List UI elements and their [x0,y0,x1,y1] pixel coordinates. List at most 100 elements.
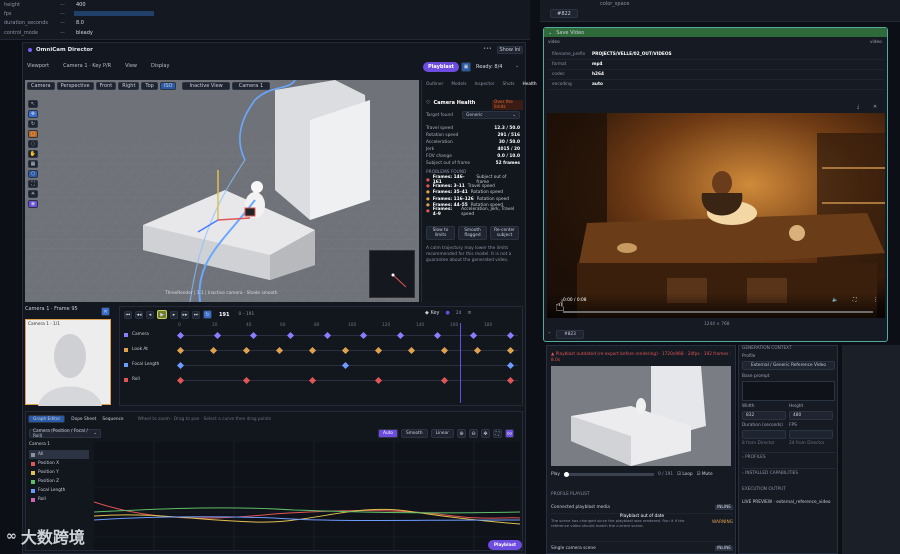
channel-item[interactable]: All [29,450,89,459]
playhead[interactable] [460,323,461,403]
keyframe[interactable] [176,331,185,340]
prop-row-height[interactable]: height —400 [4,0,86,9]
playlist-item-warning[interactable]: Playblast out of date WARNING The scene … [551,514,733,542]
channel-item[interactable]: Position X [29,459,89,468]
timeline-ruler[interactable]: 0 20 40 60 80 100 120 140 160 180 [178,323,518,330]
tab-dope-sheet[interactable]: Dope Sheet [71,417,96,422]
preview-seek-thumb[interactable] [563,472,569,477]
tab-outliner[interactable]: Outliner [422,82,447,87]
keyframe[interactable] [360,331,368,340]
play-button[interactable]: Play [551,472,560,477]
width-input[interactable]: 832 [742,411,786,420]
keyframe[interactable] [213,331,221,340]
keyframe[interactable] [242,376,251,385]
share-icon[interactable]: ⋈ [504,429,514,438]
keyframe[interactable] [506,361,515,370]
track-label[interactable]: Roll [124,377,140,382]
pan-tool-icon[interactable]: ✋ [28,150,38,158]
vp-tab-right[interactable]: Right [118,82,140,90]
more-vert-icon[interactable]: ⋮ [873,297,878,303]
menu-viewport[interactable]: Viewport [27,63,49,69]
fps-slider-fill[interactable] [74,11,154,16]
tab-sequence[interactable]: Sequence [102,417,123,422]
light-tool-icon[interactable]: ☀ [28,190,38,198]
field-encoding[interactable]: encoding auto [548,80,884,90]
camera-minimap[interactable] [369,250,415,298]
timeline-settings-icon[interactable]: ≡ [467,310,471,316]
frame-tool-icon[interactable]: ⛶ [28,180,38,188]
menu-view[interactable]: View [125,63,137,69]
track-label[interactable]: Camera [124,332,149,337]
keyframe[interactable] [341,361,350,370]
rotate-tool-icon[interactable]: ↻ [28,120,38,128]
video-seek-bar[interactable] [563,311,873,313]
orbit-tool-icon[interactable]: ◌ [28,140,38,148]
issue-row[interactable]: ● Frames: 146–161 Subject out of frame [426,175,520,185]
preview-seek-bar[interactable] [563,472,654,477]
keyframe[interactable] [396,331,405,340]
graph-tree-camera[interactable]: Camera 1 [29,442,50,447]
chevron-down-icon[interactable]: ⌄ [515,63,519,69]
track-label[interactable]: Focal Length [124,362,159,367]
recenter-subject-button[interactable]: Re-center subject [490,226,519,240]
field-filename-prefix[interactable]: filename_prefix PROJECTS/VELLE/02_OUT/VID… [548,50,884,60]
play-icon[interactable]: ▶ [157,310,167,319]
next-frame-icon[interactable]: ▸ [170,310,178,319]
close-icon[interactable]: ✕ [873,104,877,110]
loop-icon[interactable]: ↻ [203,310,212,319]
tab-inspector[interactable]: Inspector [470,82,498,87]
keyframe[interactable] [176,376,185,385]
camera-icon[interactable]: ▣ [461,62,471,72]
keyframe[interactable] [440,346,449,355]
frame-all-icon[interactable]: ⛶ [492,429,502,438]
key-button[interactable]: ◆ Key [425,310,440,316]
key-add-icon[interactable]: ● [446,310,450,316]
channel-item[interactable]: Focal Length [29,486,89,495]
select-tool-icon[interactable]: ↖ [28,100,38,108]
duration-input[interactable] [742,430,786,439]
first-frame-icon[interactable]: ⏮ [124,310,132,319]
zoom-out-icon[interactable]: ⊖ [468,429,478,438]
camera-tool-icon[interactable]: ◉ [28,200,38,208]
keyframe[interactable] [506,331,515,340]
tab-health[interactable]: Health [519,82,541,87]
tracks-area[interactable] [176,330,518,400]
height-input[interactable]: 480 [789,411,833,420]
field-format[interactable]: format mp4 [548,60,884,70]
keyframe[interactable] [341,346,350,355]
prev-key-icon[interactable]: ◂◂ [135,310,143,319]
playblast-preview[interactable] [551,366,731,466]
inactive-view-select[interactable]: Inactive View [182,82,230,90]
keyframe[interactable] [506,346,515,355]
keyframe[interactable] [473,346,482,355]
prev-frame-icon[interactable]: ◂ [146,310,154,319]
channel-item[interactable]: Position Y [29,468,89,477]
download-icon[interactable]: ⤓ [857,104,859,110]
move-tool-icon[interactable]: ✥ [28,110,38,118]
fullscreen-icon[interactable]: ⛶ [853,297,857,303]
mode-auto-button[interactable]: Auto [378,429,398,438]
prop-row-fps[interactable]: fps—24 [4,9,154,18]
vp-tab-camera[interactable]: Camera [27,82,55,90]
tab-graph-editor[interactable]: Graph Editor [28,415,66,423]
grid-tool-icon[interactable]: ▦ [28,160,38,168]
vp-tab-top[interactable]: Top [141,82,158,90]
zoom-in-icon[interactable]: ⊕ [456,429,466,438]
fps-input[interactable] [789,430,833,439]
next-key-icon[interactable]: ▸▸ [181,310,189,319]
save-video-node[interactable]: ⌄ Save Video video video filename_prefix… [543,27,888,342]
close-icon[interactable]: ✕ [101,307,110,316]
slow-to-limits-button[interactable]: Slow to limits [426,226,455,240]
keyframe[interactable] [176,346,185,355]
issue-row[interactable]: ● Frames: 4–9 Acceleration, Jerk, Travel s… [426,207,520,217]
vp-tab-front[interactable]: Front [95,82,117,90]
channel-item[interactable]: Position Z [29,477,89,486]
cube-tool-icon[interactable]: ⬡ [28,170,38,178]
scale-tool-icon[interactable]: ▢ [28,130,38,138]
keyframe[interactable] [374,346,383,355]
channel-item[interactable]: Roll [29,495,89,504]
issue-row[interactable]: ● Frames: 116–126 Rotation speed [426,196,520,202]
menu-display[interactable]: Display [151,63,169,69]
keyframe[interactable] [242,346,251,355]
target-select[interactable]: Generic ⌄ [462,111,520,119]
